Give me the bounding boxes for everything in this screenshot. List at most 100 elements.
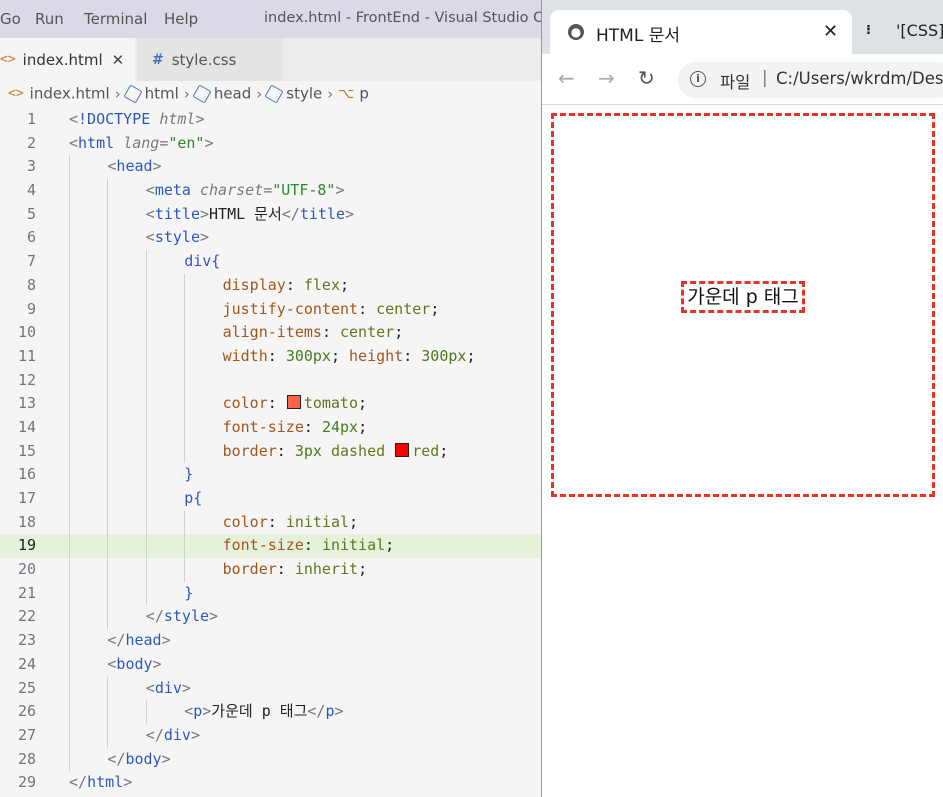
menu-help[interactable]: Help bbox=[164, 10, 198, 28]
code-line[interactable]: 16} bbox=[0, 463, 545, 487]
line-number: 6 bbox=[26, 228, 36, 247]
tab-index-html[interactable]: <> index.html ✕ bbox=[0, 38, 135, 81]
address-bar[interactable]: i 파일 | C:/Users/wkrdm/Desk bbox=[678, 62, 943, 98]
menu-run[interactable]: Run bbox=[35, 10, 64, 28]
browser-tab-strip: ● HTML 문서 ✕ ⁝ '[CSS] bbox=[542, 0, 943, 54]
code-line[interactable]: 5 <title>HTML 문서</title> bbox=[0, 202, 545, 227]
indent-guide bbox=[69, 273, 70, 298]
code-text: <html lang="en"> bbox=[69, 133, 214, 152]
indent-guide bbox=[145, 368, 147, 393]
indent-guide bbox=[69, 463, 70, 487]
indent-guide bbox=[145, 700, 147, 724]
indent-guide bbox=[145, 558, 147, 582]
code-line[interactable]: 19 font-size: initial; bbox=[0, 534, 545, 559]
code-line[interactable]: 22 </style> bbox=[0, 605, 545, 630]
code-line[interactable]: 4 <meta charset="UTF-8"> bbox=[0, 179, 545, 203]
browser-tab-2[interactable]: ⁝ '[CSS] bbox=[866, 21, 943, 40]
code-text: <body> bbox=[107, 654, 162, 673]
css-file-icon: # bbox=[152, 51, 164, 68]
indent-guide bbox=[145, 581, 147, 606]
line-number: 22 bbox=[17, 607, 36, 626]
code-line[interactable]: 10 align-items: center; bbox=[0, 321, 545, 345]
forward-arrow-icon[interactable]: → bbox=[598, 66, 615, 90]
breadcrumb-item[interactable]: style bbox=[286, 85, 322, 103]
code-line[interactable]: 25 <div> bbox=[0, 676, 545, 701]
indent-guide bbox=[69, 581, 70, 606]
browser-toolbar: ← → ↻ i 파일 | C:/Users/wkrdm/Desk bbox=[542, 54, 943, 105]
indent-guide bbox=[107, 179, 109, 203]
code-line[interactable]: 26 <p>가운데 p 태그</p> bbox=[0, 700, 545, 724]
line-number: 16 bbox=[17, 465, 36, 484]
line-number: 14 bbox=[17, 417, 36, 436]
indent-guide bbox=[184, 415, 186, 440]
address-url[interactable]: C:/Users/wkrdm/Desk bbox=[776, 69, 943, 88]
browser-tab-active[interactable]: ● HTML 문서 ✕ bbox=[550, 10, 852, 54]
code-text: border: 3px dashed red; bbox=[222, 441, 449, 460]
indent-guide bbox=[107, 273, 109, 298]
line-number: 28 bbox=[17, 749, 36, 768]
code-line[interactable]: 3 <head> bbox=[0, 155, 545, 180]
code-line[interactable]: 27 </div> bbox=[0, 723, 545, 748]
chevron-right-icon: › bbox=[183, 84, 190, 103]
code-line[interactable]: 24 <body> bbox=[0, 652, 545, 677]
info-icon[interactable]: i bbox=[690, 71, 706, 87]
code-line[interactable]: 12 bbox=[0, 368, 545, 393]
code-line[interactable]: 28 </body> bbox=[0, 747, 545, 772]
code-line[interactable]: 17 p{ bbox=[0, 487, 545, 511]
tab-style-css[interactable]: # style.css bbox=[137, 38, 283, 81]
code-line[interactable]: 11 width: 300px; height: 300px; bbox=[0, 344, 545, 369]
code-line[interactable]: 13 color: tomato; bbox=[0, 392, 545, 416]
indent-guide bbox=[107, 700, 109, 724]
code-line[interactable]: 23 </head> bbox=[0, 629, 545, 653]
indent-guide bbox=[107, 250, 109, 274]
code-line[interactable]: 1 <!DOCTYPE html> bbox=[0, 108, 545, 132]
close-icon[interactable]: ✕ bbox=[112, 51, 125, 69]
code-line[interactable]: 21} bbox=[0, 581, 545, 606]
code-line[interactable]: 9 justify-content: center; bbox=[0, 297, 545, 322]
chevron-right-icon: › bbox=[327, 84, 334, 103]
chevron-right-icon: › bbox=[114, 84, 121, 103]
indent-guide bbox=[107, 487, 109, 511]
indent-guide bbox=[69, 250, 70, 274]
code-line[interactable]: 6 <style> bbox=[0, 226, 545, 251]
element-icon bbox=[192, 83, 212, 104]
code-line[interactable]: 20 border: inherit; bbox=[0, 558, 545, 582]
breadcrumb-item[interactable]: index.html bbox=[30, 85, 110, 103]
line-number: 20 bbox=[17, 560, 36, 579]
breadcrumb-item[interactable]: head bbox=[214, 85, 251, 103]
indent-guide bbox=[184, 392, 186, 416]
line-number: 17 bbox=[17, 489, 36, 507]
indent-guide bbox=[69, 439, 70, 464]
indent-guide bbox=[184, 558, 186, 582]
line-number: 29 bbox=[17, 773, 36, 792]
code-text: <title>HTML 문서</title> bbox=[145, 204, 355, 223]
indent-guide bbox=[145, 534, 147, 559]
code-line[interactable]: 18 color: initial; bbox=[0, 510, 545, 535]
code-line[interactable]: 29 </html> bbox=[0, 771, 545, 795]
indent-guide bbox=[107, 510, 109, 535]
reload-icon[interactable]: ↻ bbox=[638, 66, 655, 90]
indent-guide bbox=[69, 392, 70, 416]
code-editor[interactable]: 1 <!DOCTYPE html> 2 <html lang="en"> 3 <head>… bbox=[0, 108, 545, 795]
indent-guide bbox=[69, 321, 70, 345]
code-line[interactable]: 14 font-size: 24px; bbox=[0, 415, 545, 440]
code-line[interactable]: 2 <html lang="en"> bbox=[0, 132, 545, 156]
back-arrow-icon[interactable]: ← bbox=[558, 66, 575, 90]
code-text: </style> bbox=[145, 607, 219, 626]
menu-go[interactable]: Go bbox=[0, 10, 21, 28]
indent-guide bbox=[184, 273, 186, 298]
indent-guide bbox=[145, 439, 147, 464]
menu-terminal[interactable]: Terminal bbox=[84, 10, 147, 28]
code-line[interactable]: 7 div{ bbox=[0, 250, 545, 274]
breadcrumb-item[interactable]: html bbox=[145, 85, 179, 103]
breadcrumb-item[interactable]: p bbox=[359, 85, 369, 103]
indent-guide bbox=[69, 558, 70, 582]
breadcrumb: <> index.html › html › head › style › ⌥ p bbox=[0, 83, 545, 106]
code-line[interactable]: 15 border: 3px dashed red; bbox=[0, 439, 545, 464]
close-icon[interactable]: ✕ bbox=[823, 21, 838, 42]
code-line[interactable]: 8 display: flex; bbox=[0, 273, 545, 298]
indent-guide bbox=[107, 723, 109, 748]
code-text: div{ bbox=[184, 252, 221, 271]
line-number: 21 bbox=[17, 583, 36, 602]
indent-guide bbox=[69, 605, 70, 630]
